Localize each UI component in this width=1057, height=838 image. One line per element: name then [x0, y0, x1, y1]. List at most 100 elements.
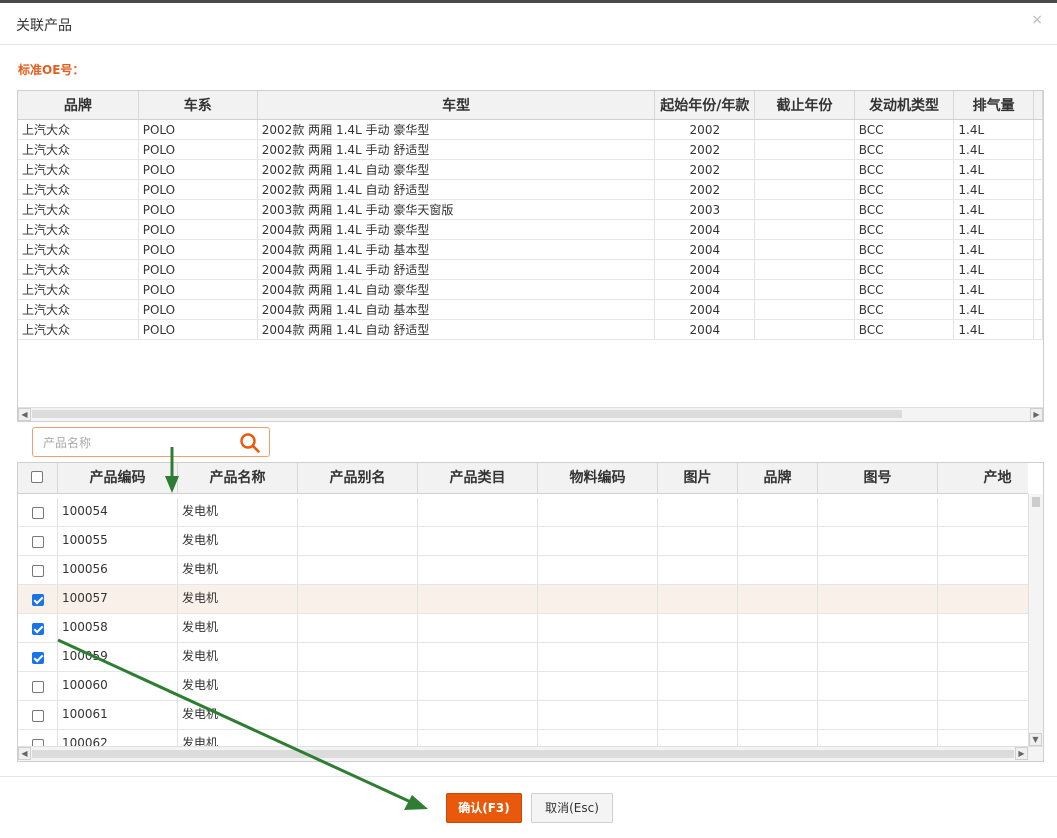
product-row[interactable]: 100062 发电机 [18, 730, 1028, 746]
vehicle-row[interactable]: 上汽大众 POLO 2002款 两厢 1.4L 手动 舒适型 2002 BCC 1.4L [18, 139, 1043, 160]
vehicle-col-header[interactable]: 发动机类型 [854, 91, 955, 120]
product-col-header[interactable]: 产品类目 [418, 463, 538, 493]
product-empty-cell [538, 498, 658, 526]
select-all-checkbox[interactable] [31, 471, 43, 483]
product-empty-cell [938, 701, 1028, 729]
vehicle-row[interactable]: 上汽大众 POLO 2002款 两厢 1.4L 自动 舒适型 2002 BCC 1.4L [18, 179, 1043, 200]
scroll-thumb[interactable] [32, 410, 902, 418]
scroll-left-icon[interactable]: ◀ [18, 747, 31, 760]
product-col-header[interactable]: 产品名称 [178, 463, 298, 493]
product-row[interactable]: 100058 发电机 [18, 614, 1028, 643]
product-search-input[interactable] [41, 434, 235, 452]
product-row[interactable]: 100054 发电机 [18, 498, 1028, 527]
product-col-header[interactable]: 图号 [818, 463, 938, 493]
search-icon[interactable] [239, 432, 261, 454]
vehicle-col-header[interactable]: 截止年份 [754, 91, 855, 120]
vehicle-row[interactable]: 上汽大众 POLO 2004款 两厢 1.4L 手动 舒适型 2004 BCC 1.4L [18, 259, 1043, 280]
row-select-cell [18, 527, 58, 555]
vehicle-col-header[interactable]: 品牌 [18, 91, 139, 120]
product-empty-cell [418, 498, 538, 526]
header-divider [0, 44, 1057, 45]
product-col-header[interactable]: 图片 [658, 463, 738, 493]
product-col-header[interactable]: 产品别名 [298, 463, 418, 493]
vehicle-cell: 2002 [654, 179, 756, 200]
vehicle-row[interactable]: 上汽大众 POLO 2002款 两厢 1.4L 自动 豪华型 2002 BCC 1.4L [18, 159, 1043, 180]
product-code-cell: 100062 [58, 730, 178, 746]
product-empty-cell [658, 498, 738, 526]
row-checkbox[interactable] [32, 594, 44, 606]
row-filler [1033, 139, 1043, 160]
product-row[interactable]: 100056 发电机 [18, 556, 1028, 585]
vehicle-row[interactable]: 上汽大众 POLO 2002款 两厢 1.4L 手动 豪华型 2002 BCC 1.4L [18, 119, 1043, 140]
arrow-diagonal-head [404, 795, 428, 810]
product-name-cell: 发电机 [178, 643, 298, 671]
product-empty-cell [658, 701, 738, 729]
row-filler [1033, 179, 1043, 200]
vehicle-cell: POLO [138, 279, 258, 300]
row-checkbox[interactable] [32, 565, 44, 577]
vehicle-cell: 上汽大众 [18, 279, 139, 300]
close-icon[interactable]: × [1031, 12, 1043, 28]
vehicle-col-header[interactable]: 车型 [257, 91, 656, 120]
vehicle-row[interactable]: 上汽大众 POLO 2004款 两厢 1.4L 手动 基本型 2004 BCC 1.4L [18, 239, 1043, 260]
product-empty-cell [938, 730, 1028, 746]
vehicle-cell: 1.4L [953, 299, 1034, 320]
scroll-thumb[interactable] [1032, 497, 1040, 507]
vehicle-row[interactable]: 上汽大众 POLO 2004款 两厢 1.4L 手动 豪华型 2004 BCC 1.4L [18, 219, 1043, 240]
row-checkbox[interactable] [32, 536, 44, 548]
vehicle-cell: 上汽大众 [18, 319, 139, 340]
product-col-header[interactable]: 物料编码 [538, 463, 658, 493]
scroll-right-icon[interactable]: ▶ [1030, 408, 1043, 421]
product-col-header[interactable]: 品牌 [738, 463, 818, 493]
scroll-left-icon[interactable]: ◀ [18, 408, 31, 421]
row-select-cell [18, 730, 58, 746]
product-empty-cell [418, 643, 538, 671]
product-col-header[interactable]: 产地 [938, 463, 1043, 493]
row-checkbox[interactable] [32, 739, 44, 746]
vehicle-cell: POLO [138, 259, 258, 280]
row-checkbox[interactable] [32, 507, 44, 519]
vehicle-col-header[interactable]: 车系 [138, 91, 258, 120]
row-checkbox[interactable] [32, 652, 44, 664]
product-row[interactable]: 100055 发电机 [18, 527, 1028, 556]
vehicle-cell: 2004 [654, 219, 756, 240]
product-table-hscrollbar[interactable]: ◀ ▶ [18, 746, 1043, 761]
confirm-button[interactable]: 确认(F3) [446, 793, 522, 823]
product-empty-cell [818, 498, 938, 526]
vehicle-row[interactable]: 上汽大众 POLO 2004款 两厢 1.4L 自动 舒适型 2004 BCC 1.4L [18, 319, 1043, 340]
product-empty-cell [938, 585, 1028, 613]
product-row[interactable]: 100061 发电机 [18, 701, 1028, 730]
vehicle-cell: 1.4L [953, 219, 1034, 240]
scroll-right-icon[interactable]: ▶ [1015, 747, 1028, 760]
product-name-cell: 发电机 [178, 730, 298, 746]
oe-number-label: 标准OE号： [18, 63, 85, 77]
vehicle-row[interactable]: 上汽大众 POLO 2004款 两厢 1.4L 自动 基本型 2004 BCC 1.4L [18, 299, 1043, 320]
cancel-button[interactable]: 取消(Esc) [531, 793, 613, 823]
row-checkbox[interactable] [32, 710, 44, 722]
product-col-header[interactable]: 产品编码 [58, 463, 178, 493]
product-empty-cell [938, 672, 1028, 700]
product-table-vscrollbar[interactable]: ▼ [1028, 494, 1043, 746]
vehicle-col-header[interactable]: 起始年份/年款 [654, 91, 756, 120]
vehicle-col-header[interactable]: 排气量 [953, 91, 1034, 120]
vehicle-cell [754, 239, 855, 260]
row-checkbox[interactable] [32, 681, 44, 693]
vehicle-cell: 2004款 两厢 1.4L 手动 豪华型 [257, 219, 656, 240]
product-empty-cell [818, 672, 938, 700]
vehicle-row[interactable]: 上汽大众 POLO 2004款 两厢 1.4L 自动 豪华型 2004 BCC 1.4L [18, 279, 1043, 300]
scroll-down-icon[interactable]: ▼ [1029, 733, 1042, 746]
vehicle-cell: 2004 [654, 299, 756, 320]
vehicle-row[interactable]: 上汽大众 POLO 2003款 两厢 1.4L 手动 豪华天窗版 2003 BCC 1.4… [18, 199, 1043, 220]
row-checkbox[interactable] [32, 623, 44, 635]
product-row[interactable]: 100057 发电机 [18, 585, 1028, 614]
vehicle-cell: 上汽大众 [18, 139, 139, 160]
product-name-cell: 发电机 [178, 672, 298, 700]
vehicle-table-hscrollbar[interactable]: ◀ ▶ [18, 407, 1043, 421]
product-empty-cell [818, 585, 938, 613]
product-empty-cell [818, 701, 938, 729]
product-row[interactable]: 100059 发电机 [18, 643, 1028, 672]
scroll-thumb[interactable] [32, 750, 1014, 758]
product-row[interactable]: 100060 发电机 [18, 672, 1028, 701]
row-select-cell [18, 585, 58, 613]
row-filler [1033, 219, 1043, 240]
